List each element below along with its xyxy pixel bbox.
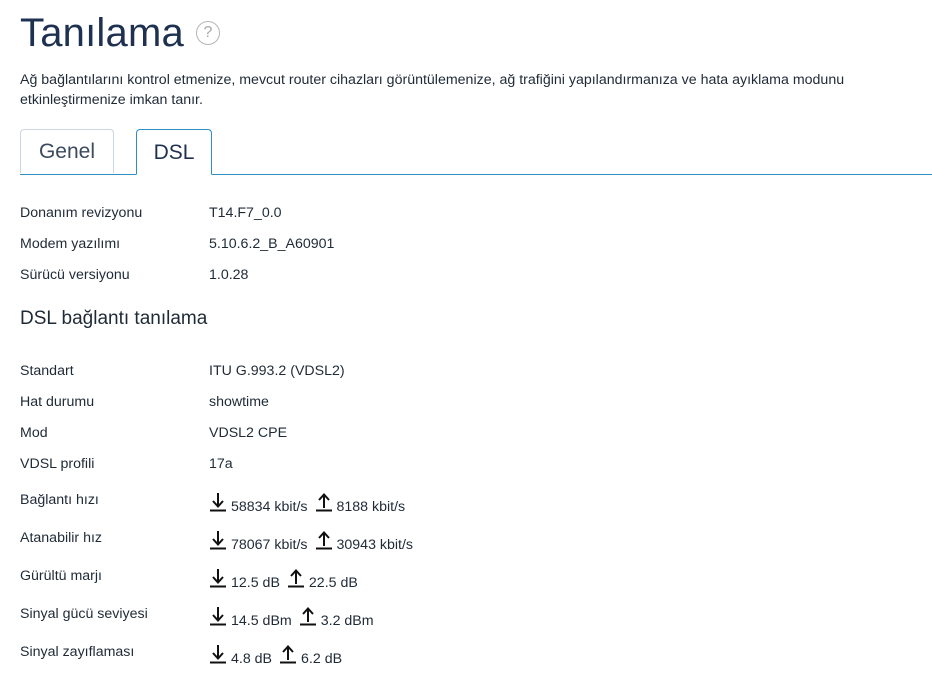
tab-general[interactable]: Genel <box>20 129 114 173</box>
dsl-label: VDSL profili <box>20 456 95 472</box>
info-label: Sürücü versiyonu <box>20 267 130 283</box>
upload-arrow-icon <box>287 568 305 588</box>
info-label: Modem yazılımı <box>20 236 121 252</box>
upload-arrow-icon <box>299 606 317 626</box>
download-arrow-icon <box>209 530 227 550</box>
dsl-value: ITU G.993.2 (VDSL2) <box>209 363 345 379</box>
dsl-label: Mod <box>20 425 48 441</box>
metric-label: Gürültü marjı <box>20 568 102 584</box>
info-value: 5.10.6.2_B_A60901 <box>209 236 335 252</box>
title-row: Tanılama ? <box>20 8 220 58</box>
upload-arrow-icon <box>315 492 333 512</box>
metric-label: Bağlantı hızı <box>20 492 99 508</box>
metric-up-value: 22.5 dB <box>308 575 358 591</box>
metric-label: Atanabilir hız <box>20 530 103 546</box>
metric-down-value: 14.5 dBm <box>231 613 292 629</box>
metric-down-value: 4.8 dB <box>231 651 273 667</box>
page-description: Ağ bağlantılarını kontrol etmenize, mevc… <box>20 72 845 108</box>
tab-bar: Genel DSL <box>20 129 932 175</box>
info-value: T14.F7_0.0 <box>209 205 282 221</box>
dsl-label: Standart <box>20 363 74 379</box>
metric-down-value: 12.5 dB <box>231 575 280 591</box>
metric-up-value: 8188 kbit/s <box>336 499 406 515</box>
page-title: Tanılama <box>20 11 184 55</box>
download-arrow-icon <box>209 606 227 626</box>
upload-arrow-icon <box>315 530 333 550</box>
metric-up-value: 30943 kbit/s <box>336 537 414 553</box>
metric-down-value: 78067 kbit/s <box>231 537 308 553</box>
upload-arrow-icon <box>279 644 297 664</box>
metric-up-value: 6.2 dB <box>301 651 343 667</box>
download-arrow-icon <box>209 492 227 512</box>
metric-label: Sinyal gücü seviyesi <box>20 606 148 622</box>
metric-label: Sinyal zayıflaması <box>20 644 135 660</box>
metric-up-value: 3.2 dBm <box>320 613 374 629</box>
download-arrow-icon <box>209 644 227 664</box>
download-arrow-icon <box>209 568 227 588</box>
section-title: DSL bağlantı tanılama <box>20 308 208 329</box>
dsl-value: 17a <box>209 456 233 472</box>
info-value: 1.0.28 <box>209 267 249 283</box>
info-label: Donanım revizyonu <box>20 205 143 221</box>
dsl-value: VDSL2 CPE <box>209 425 288 441</box>
metric-down-value: 58834 kbit/s <box>231 499 308 515</box>
dsl-value: showtime <box>209 394 269 410</box>
tab-dsl[interactable]: DSL <box>136 129 212 175</box>
dsl-label: Hat durumu <box>20 394 95 410</box>
help-icon[interactable]: ? <box>195 21 220 45</box>
